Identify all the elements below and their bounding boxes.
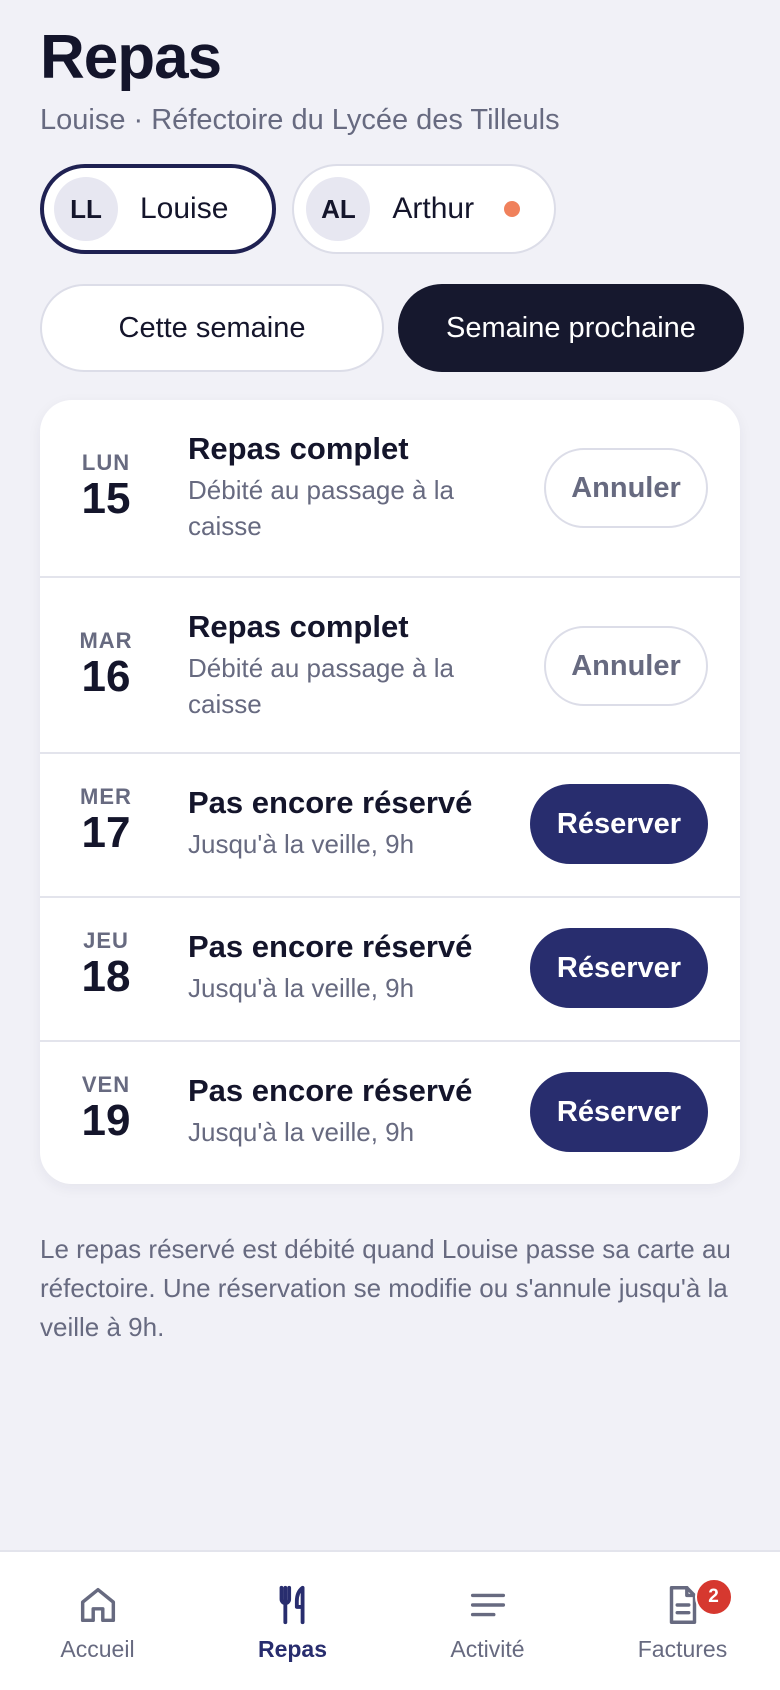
meal-row-thursday: JEU 18 Pas encore réservé Jusqu'à la vei… <box>40 896 740 1040</box>
tab-accueil[interactable]: Accueil <box>0 1552 195 1690</box>
child-name: Arthur <box>392 192 475 225</box>
tab-repas[interactable]: Repas <box>195 1552 390 1690</box>
meal-row-wednesday: MER 17 Pas encore réservé Jusqu'à la vei… <box>40 752 740 896</box>
tab-label: Factures <box>637 1636 728 1662</box>
cancel-button[interactable]: Annuler <box>544 448 708 528</box>
bottom-tab-bar: Accueil Repas Activité 2 Factures <box>0 1550 780 1690</box>
day-number: 18 <box>81 952 131 1001</box>
meal-info: Pas encore réservé Jusqu'à la veille, 9h <box>188 784 508 862</box>
day-of-week: MAR <box>79 628 133 653</box>
date-block: JEU 18 <box>64 928 148 1000</box>
day-of-week: VEN <box>81 1072 131 1097</box>
tab-label: Accueil <box>60 1636 135 1662</box>
meal-row-tuesday: MAR 16 Repas complet Débité au passage à… <box>40 576 740 752</box>
info-footnote: Le repas réservé est débité quand Louise… <box>40 1234 731 1342</box>
week-toggle: Cette semaine Semaine prochaine <box>40 284 744 372</box>
meal-info: Pas encore réservé Jusqu'à la veille, 9h <box>188 928 508 1006</box>
meal-note: Débité au passage à la caisse <box>188 475 454 541</box>
meal-note: Jusqu'à la veille, 9h <box>188 1117 415 1147</box>
meal-info: Pas encore réservé Jusqu'à la veille, 9h <box>188 1072 508 1150</box>
page-subtitle: Louise · Réfectoire du Lycée des Tilleul… <box>40 104 560 136</box>
day-number: 19 <box>81 1096 131 1145</box>
day-of-week: JEU <box>83 928 129 953</box>
reserve-button[interactable]: Réserver <box>530 1072 708 1152</box>
meal-info: Repas complet Débité au passage à la cai… <box>188 608 488 722</box>
meal-note: Jusqu'à la veille, 9h <box>188 973 415 1003</box>
date-block: MAR 16 <box>64 628 148 700</box>
fork-knife-icon <box>279 1585 304 1625</box>
avatar: AL <box>306 177 371 241</box>
date-block: VEN 19 <box>64 1072 148 1144</box>
avatar: LL <box>54 177 118 241</box>
tab-label: Repas <box>257 1636 328 1662</box>
day-number: 17 <box>81 808 131 857</box>
meal-note: Débité au passage à la caisse <box>188 653 454 719</box>
day-of-week: LUN <box>81 450 131 475</box>
day-number: 15 <box>81 474 131 523</box>
notification-dot <box>504 201 521 217</box>
child-selector: LL Louise AL Arthur <box>40 164 557 254</box>
meal-row-friday: VEN 19 Pas encore réservé Jusqu'à la vei… <box>40 1040 740 1184</box>
meal-note: Jusqu'à la veille, 9h <box>188 829 415 859</box>
home-icon <box>80 1587 115 1623</box>
tab-label: Activité <box>450 1636 525 1662</box>
next-week-button[interactable]: Semaine prochaine <box>398 284 744 372</box>
day-number: 16 <box>81 652 131 701</box>
meal-list: LUN 15 Repas complet Débité au passage à… <box>40 400 740 1184</box>
child-name: Louise <box>140 192 229 225</box>
meal-status: Pas encore réservé <box>188 1073 473 1108</box>
date-block: LUN 15 <box>64 450 148 522</box>
reserve-button[interactable]: Réserver <box>530 784 708 864</box>
child-chip-arthur[interactable]: AL Arthur <box>292 164 557 254</box>
meal-status: Repas complet <box>188 431 409 466</box>
notification-badge: 2 <box>694 1578 733 1616</box>
page-title: Repas <box>40 23 222 92</box>
reserve-button[interactable]: Réserver <box>530 928 708 1008</box>
child-chip-louise[interactable]: LL Louise <box>40 164 277 254</box>
meal-status: Pas encore réservé <box>188 785 473 820</box>
cancel-button[interactable]: Annuler <box>544 626 708 706</box>
day-of-week: MER <box>80 784 132 809</box>
date-block: MER 17 <box>64 784 148 856</box>
meal-status: Pas encore réservé <box>188 929 473 964</box>
meal-info: Repas complet Débité au passage à la cai… <box>188 430 488 544</box>
meal-row-monday: LUN 15 Repas complet Débité au passage à… <box>40 400 740 576</box>
tab-factures[interactable]: 2 Factures <box>585 1552 780 1690</box>
tab-activite[interactable]: Activité <box>390 1552 585 1690</box>
list-icon <box>470 1593 505 1617</box>
meal-status: Repas complet <box>188 609 409 644</box>
this-week-button[interactable]: Cette semaine <box>40 284 384 372</box>
